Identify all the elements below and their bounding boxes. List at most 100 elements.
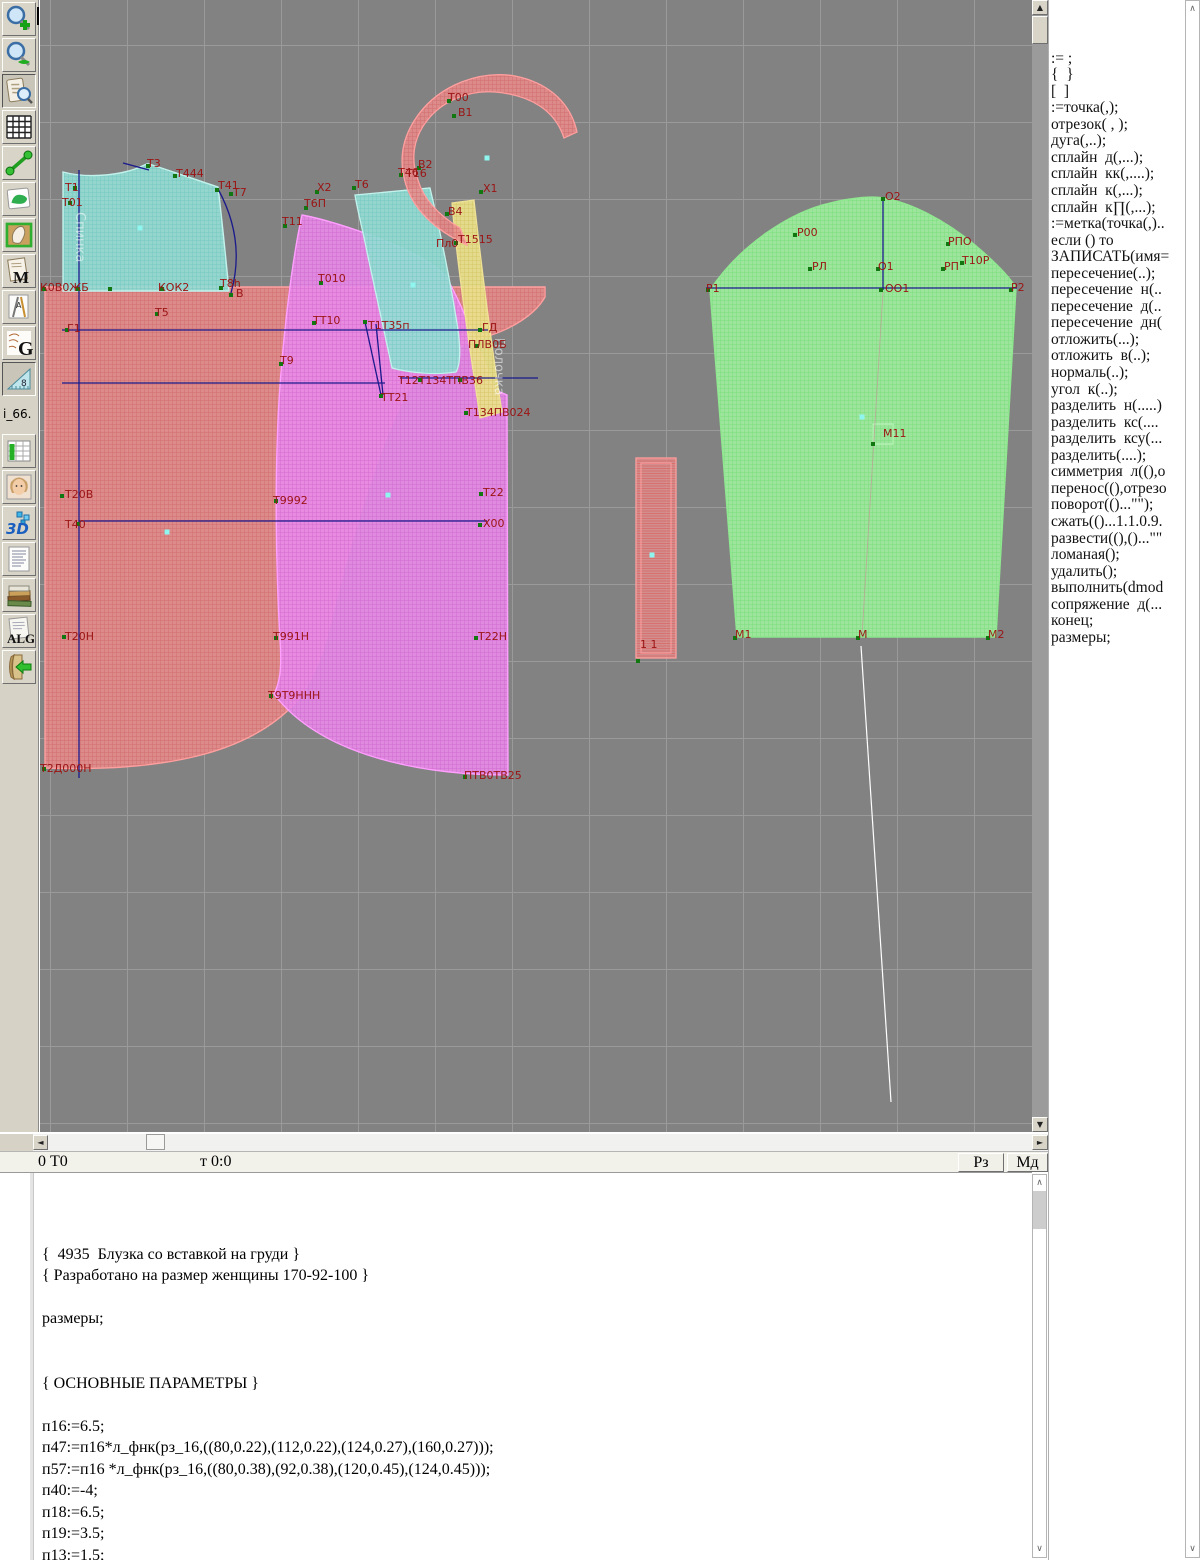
pattern-piece-icon[interactable] [2, 218, 36, 252]
point-label: Т1Т35п [367, 319, 410, 332]
photo-icon[interactable] [2, 470, 36, 504]
command-item[interactable]: :=точка(,); [1051, 100, 1184, 117]
code-line[interactable]: { Разработано на размер женщины 170-92-1… [42, 1265, 494, 1287]
panel-vscrollbar[interactable]: ∧ ∨ [1185, 0, 1200, 1558]
canvas-scroll-down-button[interactable]: ▼ [1032, 1117, 1048, 1132]
alg-icon[interactable]: ALG [2, 614, 36, 648]
command-item[interactable]: { } [1051, 67, 1184, 84]
command-item[interactable]: [ ] [1051, 84, 1184, 101]
editor-vscroll-thumb[interactable] [1033, 1191, 1046, 1229]
drafting-tools-icon[interactable]: A [2, 290, 36, 324]
command-item[interactable]: пересечение д(.. [1051, 299, 1184, 316]
command-item[interactable]: разделить ксу(... [1051, 431, 1184, 448]
command-item[interactable]: сплайн к∏(,...); [1051, 200, 1184, 217]
panel-scroll-up-chevron[interactable]: ∧ [1186, 2, 1199, 16]
point-label: Т3 [146, 157, 161, 170]
canvas-scroll-up-button[interactable]: ▲ [1032, 0, 1048, 15]
command-item[interactable]: развести((),()..."" [1051, 531, 1184, 548]
command-item[interactable]: отрезок( , ); [1051, 117, 1184, 134]
command-item[interactable]: нормаль(..); [1051, 365, 1184, 382]
print-preview-icon[interactable] [2, 74, 36, 108]
command-item[interactable]: дуга(,..); [1051, 133, 1184, 150]
point-label: Т7 [232, 186, 247, 199]
exit-icon[interactable] [2, 650, 36, 684]
code-line[interactable]: п16:=6.5; [42, 1416, 494, 1438]
picture-icon[interactable] [2, 182, 36, 216]
command-item[interactable]: := ; [1051, 51, 1184, 68]
grid-icon[interactable] [2, 110, 36, 144]
code-line[interactable]: п57:=п16 *л_фнк(рз_16,((80,0.38),(92,0.3… [42, 1459, 494, 1481]
algorithm-editor[interactable]: { 4935 Блузка со вставкой на груди }{ Ра… [0, 1172, 1032, 1560]
command-item[interactable]: сплайн к(,...); [1051, 183, 1184, 200]
code-line[interactable]: п40:=-4; [42, 1480, 494, 1502]
measure-line-icon[interactable] [2, 146, 36, 180]
code-line[interactable]: п47:=п16*л_фнк(рз_16,((80,0.22),(112,0.2… [42, 1437, 494, 1459]
command-item[interactable]: сплайн д(,...); [1051, 150, 1184, 167]
command-item[interactable]: поворот(()...""); [1051, 497, 1184, 514]
command-item[interactable]: пересечение дн( [1051, 315, 1184, 332]
code-line[interactable]: п19:=3.5; [42, 1523, 494, 1545]
g-sketch-icon[interactable]: G [2, 326, 36, 360]
command-item[interactable]: сплайн кк(,....); [1051, 166, 1184, 183]
command-item[interactable]: разделить н(.....) [1051, 398, 1184, 415]
command-item[interactable]: пересечение н(.. [1051, 282, 1184, 299]
rz-button[interactable]: Рз [958, 1153, 1004, 1172]
command-item[interactable]: угол к(..); [1051, 382, 1184, 399]
zoom-out-icon[interactable] [2, 38, 36, 72]
editor-vscrollbar[interactable]: ∧ ∨ [1032, 1174, 1047, 1558]
canvas-hscroll-thumb[interactable] [146, 1134, 165, 1150]
code-line[interactable] [42, 1351, 494, 1373]
i66-label[interactable]: i_66. [2, 398, 36, 432]
panel-scroll-down-chevron[interactable]: ∨ [1186, 1542, 1199, 1556]
toolbar-text-label: i_66. [3, 407, 35, 421]
code-line[interactable]: размеры; [42, 1308, 494, 1330]
command-item[interactable]: выполнить(dmod [1051, 580, 1184, 597]
code-line[interactable]: { 4935 Блузка со вставкой на груди } [42, 1244, 494, 1266]
books-icon[interactable] [2, 578, 36, 612]
code-line[interactable]: { ОСНОВНЫЕ ПАРАМЕТРЫ } [42, 1373, 494, 1395]
code-line[interactable]: п13:=1.5; [42, 1545, 494, 1560]
command-item[interactable]: конец; [1051, 613, 1184, 630]
m-document-icon[interactable]: M [2, 254, 36, 288]
command-item[interactable]: ломаная(); [1051, 547, 1184, 564]
command-item[interactable]: удалить(); [1051, 564, 1184, 581]
command-item[interactable]: разделить(....); [1051, 448, 1184, 465]
canvas-vscroll-thumb[interactable] [1032, 16, 1048, 44]
svg-text:8: 8 [21, 379, 27, 389]
command-item[interactable]: сжать(()...1.1.0.9. [1051, 514, 1184, 531]
code-line[interactable]: п18:=6.5; [42, 1502, 494, 1524]
editor-scroll-up-chevron[interactable]: ∧ [1033, 1176, 1046, 1190]
command-item[interactable]: если () то [1051, 233, 1184, 250]
ruler-icon[interactable]: 8 [2, 362, 36, 396]
md-button[interactable]: Мд [1007, 1153, 1048, 1172]
canvas-vscrollbar[interactable] [1032, 0, 1048, 1132]
command-item[interactable]: отложить(...); [1051, 332, 1184, 349]
code-line[interactable] [42, 1287, 494, 1309]
drawing-canvas[interactable]: СпинкаПолочка Т00В1Т46В2Т16Х1В4Пл0Т1515Т… [40, 0, 1032, 1132]
code-line[interactable] [42, 1330, 494, 1352]
command-item[interactable]: отложить в(..); [1051, 348, 1184, 365]
threed-icon[interactable]: 3D [2, 506, 36, 540]
notes-icon[interactable] [2, 542, 36, 576]
command-item[interactable]: перенос((),отрезо [1051, 481, 1184, 498]
point-label: Х1 [483, 182, 498, 195]
point-label: Т10Р [961, 254, 990, 267]
code-line[interactable] [42, 1394, 494, 1416]
command-item[interactable]: разделить кс(.... [1051, 415, 1184, 432]
command-item[interactable]: симметрия л((),о [1051, 464, 1184, 481]
canvas-scroll-right-button[interactable]: ► [1032, 1135, 1048, 1150]
editor-code[interactable]: { 4935 Блузка со вставкой на груди }{ Ра… [42, 1179, 494, 1560]
zoom-in-icon[interactable] [2, 2, 36, 36]
editor-scroll-down-chevron[interactable]: ∨ [1033, 1542, 1046, 1556]
status-point-readout: т 0:0 [200, 1153, 231, 1171]
command-item[interactable]: :=метка(точка(,).. [1051, 216, 1184, 233]
command-item[interactable]: размеры; [1051, 630, 1184, 647]
command-item[interactable]: сопряжение д(... [1051, 597, 1184, 614]
size-table-icon[interactable] [2, 434, 36, 468]
point-label: Р2 [1011, 281, 1025, 294]
command-item[interactable]: ЗАПИСАТЬ(имя= [1051, 249, 1184, 266]
command-item[interactable]: пересечение(..); [1051, 266, 1184, 283]
canvas-scroll-left-button[interactable]: ◄ [33, 1135, 48, 1150]
point-label: М2 [988, 628, 1005, 641]
point-label: Т1 [64, 181, 79, 194]
